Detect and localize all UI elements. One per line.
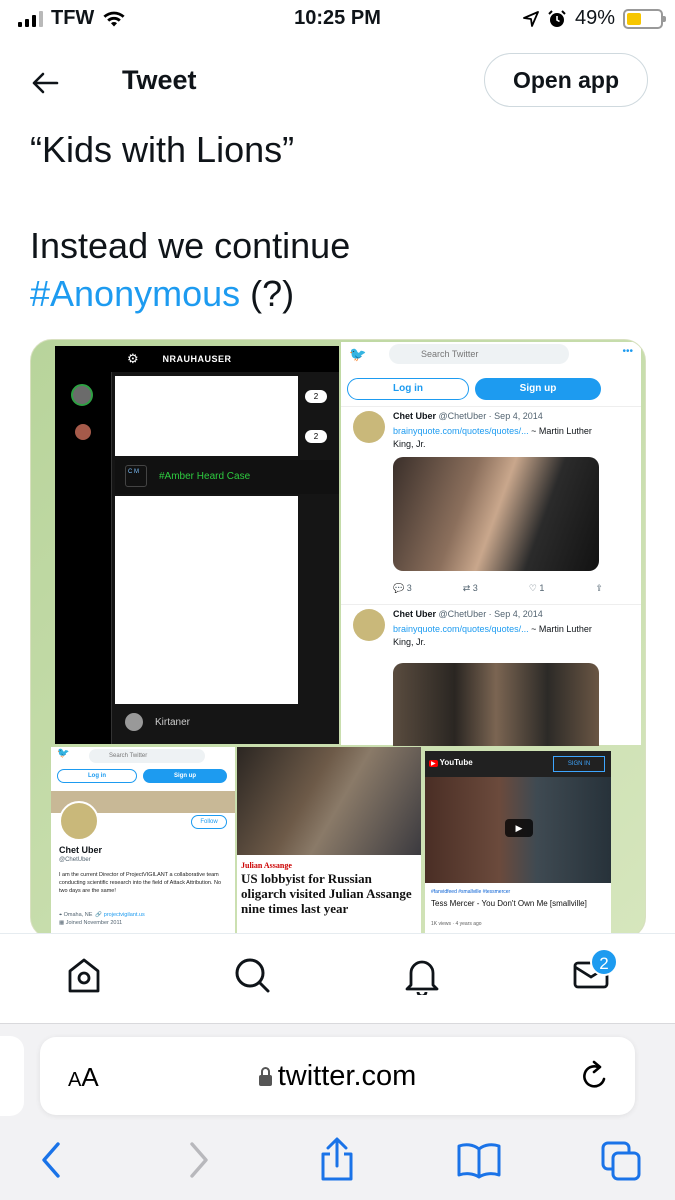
avatar <box>75 424 91 440</box>
tweet-link: brainyquote.com/quotes/quotes/... <box>393 426 529 436</box>
tabs-icon[interactable] <box>600 1140 642 1182</box>
tweet-header: Tweet Open app <box>0 38 675 130</box>
twitter-screenshot: 🐦 Search Twitter ••• Log in Sign up Chet… <box>341 342 641 746</box>
gear-icon: ⚙ <box>127 351 139 366</box>
twitter-bird-icon: 🐦 <box>349 346 367 362</box>
bottom-tab-bar: 2 <box>0 933 675 1023</box>
tweet-author: Chet Uber <box>393 411 437 421</box>
lock-icon <box>258 1067 272 1086</box>
follow-button: Follow <box>191 815 227 829</box>
battery-percent: 49% <box>574 7 615 29</box>
tweet-handle: @ChetUber · Sep 4, 2014 <box>438 411 543 421</box>
count-pill: 2 <box>305 390 327 403</box>
news-photo <box>237 747 421 855</box>
tweet-link: brainyquote.com/quotes/quotes/... <box>393 624 529 634</box>
tweet-photo <box>393 663 599 746</box>
battery-icon <box>623 8 666 29</box>
profile-screenshot: 🐦 Search Twitter Log in Sign up Follow C… <box>51 747 235 938</box>
search-box: Search Twitter <box>89 749 205 763</box>
footer-name: Kirtaner <box>155 717 191 728</box>
tweet-photo <box>393 457 599 571</box>
news-screenshot: Julian Assange US lobbyist for Russian o… <box>237 747 421 938</box>
profile-website: projectvigilant.us <box>103 912 145 918</box>
avatar <box>71 384 93 406</box>
login-button: Log in <box>347 378 469 400</box>
login-button: Log in <box>57 769 137 783</box>
home-icon <box>68 958 100 993</box>
back-icon[interactable] <box>38 1140 66 1180</box>
profile-joined: Joined November 2011 <box>65 920 123 926</box>
retweet-icon: ⇄ 3 <box>462 583 478 593</box>
address-bar[interactable]: AA twitter.com <box>40 1037 635 1115</box>
share-icon[interactable] <box>318 1136 356 1182</box>
like-icon: ♡ 1 <box>528 583 545 593</box>
open-app-button[interactable]: Open app <box>484 53 648 107</box>
search-box: Search Twitter <box>389 344 569 364</box>
tweet-media[interactable]: NRAUHAUSER ⚙ 2 2 #Amber Heard Case C M K… <box>30 339 646 939</box>
previous-tab-card[interactable] <box>0 1036 24 1116</box>
reload-icon[interactable] <box>579 1059 611 1093</box>
tab-explore[interactable] <box>229 952 275 998</box>
tweet-actions: 💬 3 ⇄ 3 ♡ 1 ⇪ <box>393 583 603 594</box>
messages-badge: 2 <box>590 948 618 976</box>
bookmarks-icon[interactable] <box>456 1141 502 1179</box>
tab-notifications[interactable] <box>399 952 445 998</box>
hashtag-link[interactable]: #Anonymous <box>30 273 240 314</box>
avatar <box>353 411 385 443</box>
profile-name: Chet Uber <box>59 845 103 855</box>
tweet-suffix: (?) <box>240 273 295 314</box>
tweet-card: Chet Uber @ChetUber · Sep 4, 2014 brainy… <box>341 406 641 604</box>
blank-box <box>115 376 298 456</box>
profile-bio: I am the current Director of ProjectVIGI… <box>59 872 222 894</box>
youtube-bar: ▶ YouTube SIGN IN <box>425 751 611 777</box>
alarm-icon <box>548 9 566 27</box>
play-icon: ▶ <box>505 819 533 837</box>
twitter-bird-icon: 🐦 <box>57 748 70 759</box>
signup-button: Sign up <box>475 378 601 400</box>
profile-handle: @ChetUber <box>59 857 91 863</box>
avatar <box>125 713 143 731</box>
bell-icon <box>405 960 439 995</box>
profile-meta: ⌖ Omaha, NE 🔗 projectvigilant.us ▦ Joine… <box>59 912 145 926</box>
avatar <box>353 609 385 641</box>
tweet-author: Chet Uber <box>393 609 437 619</box>
youtube-views: 1K views · 4 years ago <box>431 921 482 927</box>
tweet-card: Chet Uber @ChetUber · Sep 4, 2014 brainy… <box>341 604 641 746</box>
back-button[interactable] <box>28 66 62 100</box>
dark-screenshot: NRAUHAUSER ⚙ 2 2 #Amber Heard Case C M K… <box>55 346 339 744</box>
profile-location: Omaha, NE <box>63 912 93 918</box>
safari-toolbar: AA twitter.com <box>0 1023 675 1200</box>
status-bar: TFW 10:25 PM 49% <box>0 0 675 38</box>
amber-row: #Amber Heard Case <box>115 460 339 494</box>
youtube-title: Tess Mercer - You Don't Own Me [smallvil… <box>431 899 587 908</box>
tab-home[interactable] <box>61 952 107 998</box>
tweet-text: “Kids with Lions” Instead we continue #A… <box>30 126 640 318</box>
search-icon <box>235 958 270 993</box>
location-icon <box>523 10 539 27</box>
cm-badge: C M <box>125 465 147 487</box>
reply-icon: 💬 3 <box>393 583 412 593</box>
tweet-line-quote: “Kids with Lions” <box>30 129 295 170</box>
url-label[interactable]: twitter.com <box>40 1060 635 1093</box>
avatar <box>59 801 99 841</box>
signup-button: Sign up <box>143 769 227 783</box>
youtube-logo: ▶ YouTube <box>429 758 473 767</box>
tweet-line-continue: Instead we continue <box>30 225 351 266</box>
share-icon: ⇪ <box>595 583 603 593</box>
forward-icon[interactable] <box>184 1140 212 1180</box>
status-right: 49% <box>523 7 666 30</box>
back-arrow-icon <box>32 72 59 94</box>
tweet-handle: @ChetUber · Sep 4, 2014 <box>438 609 543 619</box>
dark-header-title: NRAUHAUSER <box>162 354 232 364</box>
youtube-signin: SIGN IN <box>553 756 605 772</box>
blank-box <box>115 496 298 704</box>
more-icon: ••• <box>622 346 633 357</box>
youtube-screenshot: ▶ YouTube SIGN IN ▶ #fanvidfeed #smallvil… <box>425 751 611 938</box>
page-title: Tweet <box>122 65 197 95</box>
count-pill: 2 <box>305 430 327 443</box>
youtube-tags: #fanvidfeed #smallville #tessmercer <box>431 889 511 895</box>
news-kicker: Julian Assange <box>241 861 292 870</box>
news-headline: US lobbyist for Russian oligarch visited… <box>241 871 412 916</box>
